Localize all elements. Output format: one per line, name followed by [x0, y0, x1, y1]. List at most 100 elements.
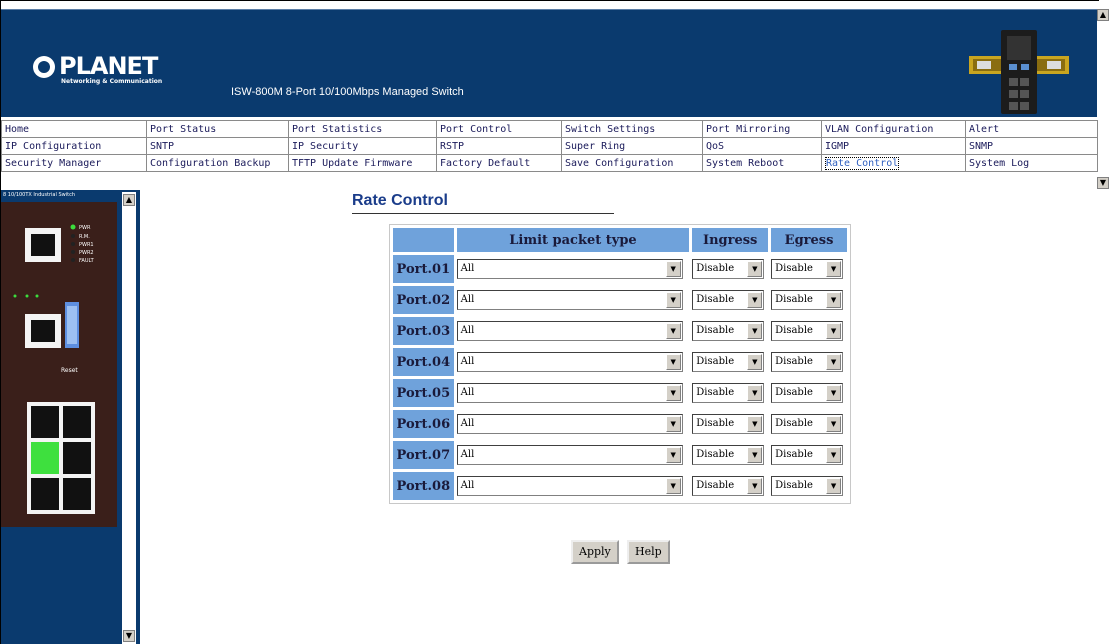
port-label: Port.05 [393, 379, 454, 407]
limit-packet-type-select[interactable]: All ▼ [456, 290, 683, 311]
led-label-rm: R.M. [79, 234, 90, 240]
select-value: Disable [775, 294, 813, 306]
ingress-select[interactable]: Disable ▼ [692, 414, 765, 435]
menu-item-ip-configuration[interactable]: IP Configuration [1, 137, 147, 155]
menu-item-port-statistics[interactable]: Port Statistics [288, 120, 437, 138]
limit-packet-type-select[interactable]: All ▼ [456, 383, 683, 404]
scroll-down-arrow-icon[interactable]: ▼ [1097, 177, 1109, 189]
chevron-down-icon[interactable]: ▼ [747, 416, 763, 433]
limit-packet-type-select[interactable]: All ▼ [456, 352, 683, 373]
menu-item-port-status[interactable]: Port Status [146, 120, 289, 138]
ingress-select[interactable]: Disable ▼ [692, 290, 765, 311]
menu-item-super-ring[interactable]: Super Ring [561, 137, 703, 155]
main-scrollbar[interactable]: ▲ ▼ [1097, 9, 1109, 644]
chevron-down-icon[interactable]: ▼ [747, 354, 763, 371]
chevron-down-icon[interactable]: ▼ [826, 478, 842, 495]
chevron-down-icon[interactable]: ▼ [747, 323, 763, 340]
table-row: Port.03 All ▼ Disable ▼ Disable ▼ [393, 317, 847, 345]
scroll-up-arrow-icon[interactable]: ▲ [1097, 9, 1109, 21]
menu-item-port-control[interactable]: Port Control [436, 120, 562, 138]
scroll-up-arrow-icon[interactable]: ▲ [123, 194, 135, 206]
menu-item-alert[interactable]: Alert [965, 120, 1098, 138]
table-row: Port.05 All ▼ Disable ▼ Disable ▼ [393, 379, 847, 407]
limit-packet-type-select[interactable]: All ▼ [456, 259, 683, 280]
menu-item-igmp[interactable]: IGMP [821, 137, 966, 155]
ingress-select[interactable]: Disable ▼ [692, 352, 765, 373]
left-device-frame: 8 10/100TX Industrial Switch PWR R.M. PW… [1, 190, 140, 644]
chevron-down-icon[interactable]: ▼ [826, 292, 842, 309]
limit-packet-type-select[interactable]: All ▼ [456, 445, 683, 466]
egress-select[interactable]: Disable ▼ [771, 445, 844, 466]
egress-select[interactable]: Disable ▼ [771, 321, 844, 342]
chevron-down-icon[interactable]: ▼ [665, 292, 681, 309]
port-label: Port.07 [393, 441, 454, 469]
chevron-down-icon[interactable]: ▼ [747, 385, 763, 402]
chevron-down-icon[interactable]: ▼ [665, 354, 681, 371]
menu-item-ip-security[interactable]: IP Security [288, 137, 437, 155]
ingress-select[interactable]: Disable ▼ [692, 445, 765, 466]
chevron-down-icon[interactable]: ▼ [665, 323, 681, 340]
egress-select[interactable]: Disable ▼ [771, 476, 844, 497]
chevron-down-icon[interactable]: ▼ [665, 416, 681, 433]
apply-button[interactable]: Apply [571, 540, 619, 564]
menu-item-home[interactable]: Home [1, 120, 147, 138]
chevron-down-icon[interactable]: ▼ [826, 416, 842, 433]
select-value: All [460, 449, 475, 461]
egress-select[interactable]: Disable ▼ [771, 259, 844, 280]
switch-panel-graphic: PWR R.M. PWR1 PWR2 FAULT Reset [13, 224, 95, 514]
select-value: Disable [775, 263, 813, 275]
chevron-down-icon[interactable]: ▼ [747, 447, 763, 464]
egress-select[interactable]: Disable ▼ [771, 352, 844, 373]
chevron-down-icon[interactable]: ▼ [826, 261, 842, 278]
header-port [393, 228, 454, 252]
chevron-down-icon[interactable]: ▼ [747, 478, 763, 495]
limit-packet-type-select[interactable]: All ▼ [456, 414, 683, 435]
select-value: All [460, 387, 475, 399]
egress-select[interactable]: Disable ▼ [771, 383, 844, 404]
ingress-select[interactable]: Disable ▼ [692, 383, 765, 404]
help-button[interactable]: Help [627, 540, 670, 564]
scroll-down-arrow-icon[interactable]: ▼ [123, 630, 135, 642]
select-value: Disable [775, 480, 813, 492]
ingress-select[interactable]: Disable ▼ [692, 259, 765, 280]
chevron-down-icon[interactable]: ▼ [826, 385, 842, 402]
menu-item-vlan-configuration[interactable]: VLAN Configuration [821, 120, 966, 138]
led-label-pwr2: PWR2 [79, 250, 94, 256]
menu-item-system-log[interactable]: System Log [965, 154, 1098, 172]
select-value: Disable [696, 325, 735, 337]
planet-logo: PLANET Networking & Communication [33, 52, 162, 85]
chevron-down-icon[interactable]: ▼ [826, 323, 842, 340]
menu-item-rate-control[interactable]: Rate Control [821, 154, 966, 172]
ingress-select[interactable]: Disable ▼ [692, 321, 765, 342]
menu-item-port-mirroring[interactable]: Port Mirroring [702, 120, 822, 138]
left-frame-scrollbar[interactable]: ▲ ▼ [122, 192, 136, 644]
table-row: Port.01 All ▼ Disable ▼ Disable ▼ [393, 255, 847, 283]
limit-packet-type-select[interactable]: All ▼ [456, 321, 683, 342]
select-value: Disable [775, 387, 813, 399]
menu-item-qos[interactable]: QoS [702, 137, 822, 155]
chevron-down-icon[interactable]: ▼ [747, 261, 763, 278]
menu-item-tftp-update-firmware[interactable]: TFTP Update Firmware [288, 154, 437, 172]
chevron-down-icon[interactable]: ▼ [826, 447, 842, 464]
chevron-down-icon[interactable]: ▼ [665, 447, 681, 464]
menu-item-security-manager[interactable]: Security Manager [1, 154, 147, 172]
menu-item-configuration-backup[interactable]: Configuration Backup [146, 154, 289, 172]
chevron-down-icon[interactable]: ▼ [747, 292, 763, 309]
limit-packet-type-select[interactable]: All ▼ [456, 476, 683, 497]
menu-item-sntp[interactable]: SNTP [146, 137, 289, 155]
chevron-down-icon[interactable]: ▼ [826, 354, 842, 371]
menu-item-rstp[interactable]: RSTP [436, 137, 562, 155]
egress-select[interactable]: Disable ▼ [771, 290, 844, 311]
menu-item-switch-settings[interactable]: Switch Settings [561, 120, 703, 138]
menu-item-system-reboot[interactable]: System Reboot [702, 154, 822, 172]
chevron-down-icon[interactable]: ▼ [665, 261, 681, 278]
chevron-down-icon[interactable]: ▼ [665, 478, 681, 495]
menu-item-save-configuration[interactable]: Save Configuration [561, 154, 703, 172]
chevron-down-icon[interactable]: ▼ [665, 385, 681, 402]
header-egress: Egress [771, 228, 847, 252]
ingress-select[interactable]: Disable ▼ [692, 476, 765, 497]
select-value: All [460, 325, 475, 337]
egress-select[interactable]: Disable ▼ [771, 414, 844, 435]
menu-item-snmp[interactable]: SNMP [965, 137, 1098, 155]
menu-item-factory-default[interactable]: Factory Default [436, 154, 562, 172]
